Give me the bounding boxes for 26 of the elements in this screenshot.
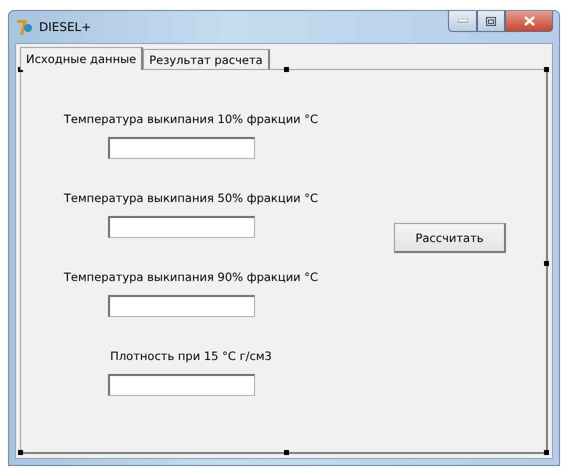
minimize-button[interactable] — [448, 11, 477, 32]
resize-handle[interactable] — [544, 450, 549, 455]
field-label: Температура выкипания 90% фракции °C — [64, 270, 318, 284]
resize-handle[interactable] — [544, 261, 549, 266]
resize-handle[interactable] — [544, 67, 549, 72]
close-icon — [524, 16, 534, 26]
close-button[interactable] — [505, 11, 553, 32]
maximize-icon — [486, 16, 496, 26]
input-field[interactable] — [108, 295, 254, 317]
maximize-button[interactable] — [477, 11, 505, 32]
resize-handle[interactable] — [284, 450, 288, 455]
input-field[interactable] — [108, 374, 254, 396]
tab[interactable]: Результат расчета — [143, 49, 270, 69]
field-label: Температура выкипания 50% фракции °C — [64, 191, 318, 205]
resize-handle[interactable] — [18, 450, 23, 455]
resize-handle[interactable] — [18, 67, 23, 72]
calculate-button[interactable]: Рассчитать — [394, 223, 506, 253]
input-field[interactable] — [108, 216, 254, 238]
tab[interactable]: Исходные данные — [20, 47, 144, 70]
input-field[interactable] — [108, 137, 254, 159]
window-title: DIESEL+ — [39, 20, 92, 34]
field-label: Плотность при 15 °C г/см3 — [110, 349, 272, 363]
minimize-icon — [458, 19, 468, 23]
app-logo-icon — [15, 18, 33, 36]
field-label: Температура выкипания 10% фракции °C — [64, 112, 318, 126]
resize-handle[interactable] — [284, 67, 288, 72]
